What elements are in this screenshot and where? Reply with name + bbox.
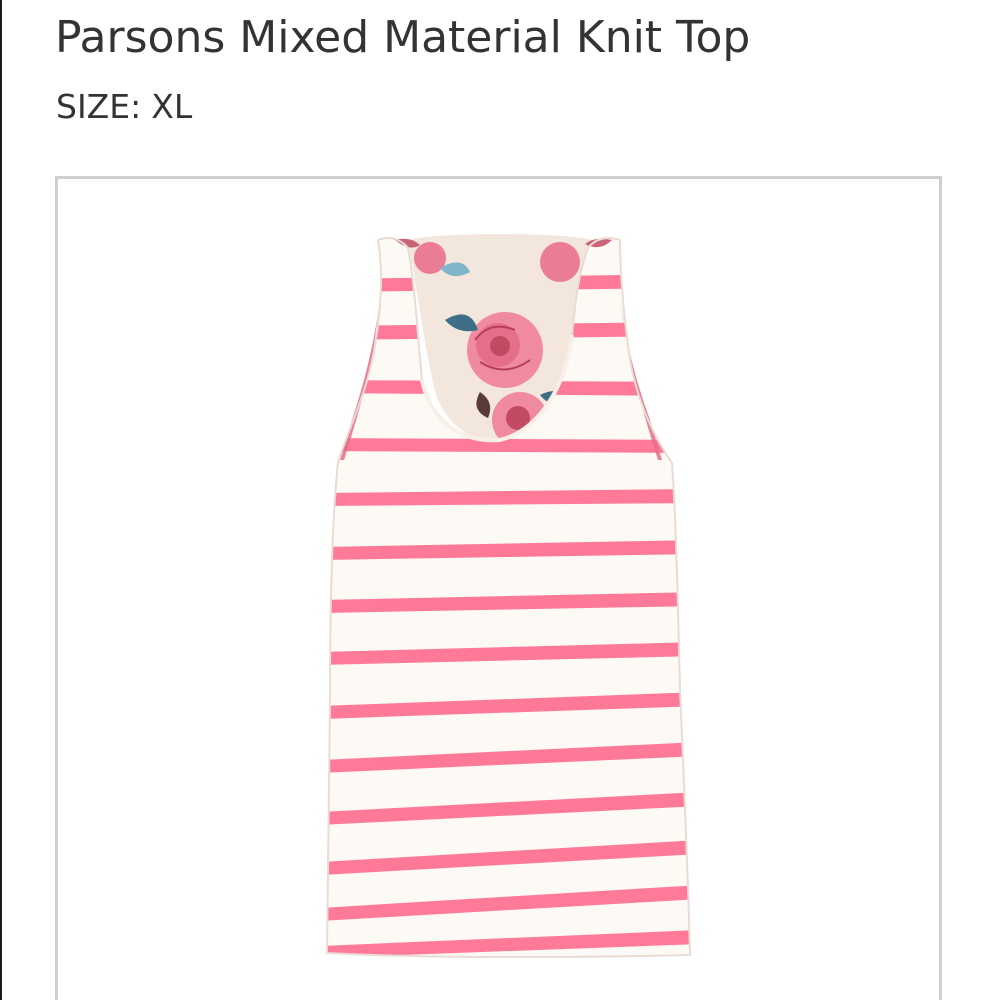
product-image[interactable]: [0, 0, 1000, 1000]
product-detail-page: Parsons Mixed Material Knit Top SIZE: XL: [0, 0, 1000, 1000]
